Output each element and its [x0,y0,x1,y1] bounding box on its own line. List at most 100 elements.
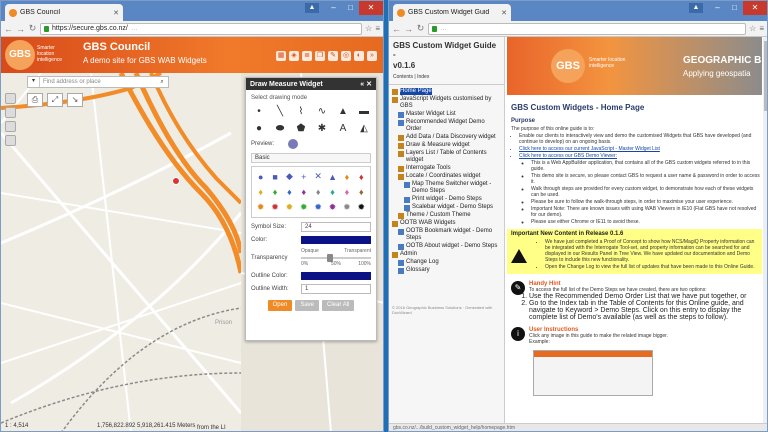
symbol-circle-icon[interactable]: ● [254,169,267,184]
draw-icon[interactable]: ✎ [328,51,338,61]
rectangle-tool-icon[interactable]: ▬ [356,104,372,118]
close-button[interactable]: ✕ [359,1,383,15]
measure-tool-icon[interactable]: ◭ [356,121,372,135]
symbol-pin-blue-icon[interactable]: ♦ [283,185,296,199]
toc-item[interactable]: Layers List / Table of Contents widget [392,150,501,164]
toc-item[interactable]: OOTB Bookmark widget - Demo Steps [392,228,501,242]
content-scrollbar[interactable] [763,37,767,423]
symbol-burst-gray-icon[interactable]: ✹ [340,200,353,215]
forward-icon[interactable]: → [404,24,413,34]
zoom-in-button[interactable] [5,93,16,104]
toc-item[interactable]: Draw & Measure widget [392,142,501,149]
toc-item[interactable]: JavaScript Widgets customised by GBS [392,96,501,110]
polygon-tool-icon[interactable]: ⬟ [293,121,309,135]
maximize-button[interactable]: □ [342,1,359,15]
grid-icon[interactable]: ▦ [276,51,286,61]
toc-item[interactable]: Map Theme Switcher widget - Demo Steps [392,181,501,195]
circle-tool-icon[interactable]: ● [251,121,267,135]
symbol-pin-gray-icon[interactable]: ♦ [312,185,325,199]
freehand-line-tool-icon[interactable]: ∿ [314,104,330,118]
profile-icon[interactable]: ▲ [305,3,319,13]
symbol-burst-orange-icon[interactable]: ✹ [254,200,267,215]
symbol-burst-yellow-icon[interactable]: ✹ [283,200,296,215]
reload-icon[interactable]: ↻ [28,23,37,34]
toc-item[interactable]: Change Log [392,259,501,266]
zoom-out-button[interactable] [5,107,16,118]
search-scope-dropdown[interactable]: ▾ [28,77,40,87]
toc-item[interactable]: Interrogate Tools [392,165,501,172]
scrollbar-thumb[interactable] [764,41,767,111]
toc-item[interactable]: Glossary [392,267,501,274]
clear-all-button[interactable]: Clear All [322,300,355,311]
list-item-link[interactable]: Click here to access our current JavaScr… [519,146,762,152]
tab-custom-widget-guide[interactable]: GBS Custom Widget Guid ✕ [393,4,511,21]
point-tool-icon[interactable]: • [251,104,267,118]
url-field[interactable]: … [428,22,747,35]
maximize-button[interactable]: □ [726,1,743,15]
tab-gbs-council[interactable]: GBS Council ✕ [5,4,123,21]
menu-icon[interactable]: ≡ [759,24,764,33]
profile-icon[interactable]: ▲ [689,3,703,13]
triangle-tool-icon[interactable]: ▲ [335,104,351,118]
forward-icon[interactable]: → [16,24,25,34]
color-picker[interactable] [301,236,371,244]
symbol-square-icon[interactable]: ■ [268,169,281,184]
symbol-burst-red-icon[interactable]: ✹ [268,200,281,215]
star-icon[interactable]: ☆ [749,24,756,33]
symbol-pin-orange-icon[interactable]: ♦ [340,169,353,184]
list-item-link[interactable]: Click here to access our GBS Demo Viewer… [519,153,762,159]
minimize-button[interactable]: – [709,1,726,15]
reload-icon[interactable]: ↻ [416,23,425,34]
my-location-button[interactable] [5,135,16,146]
star-icon[interactable]: ☆ [365,24,372,33]
toc-item[interactable]: Recommended Widget Demo Order [392,119,501,133]
outline-width-input[interactable]: 1 [301,284,371,294]
close-icon[interactable]: ✕ [366,81,372,88]
search-input[interactable]: Find address or place [40,79,156,85]
open-button[interactable]: Open [267,300,293,311]
symbol-pin-teal-icon[interactable]: ♦ [326,185,339,199]
identify-icon[interactable]: ⤢ [47,93,63,107]
ellipse-tool-icon[interactable]: ⬬ [272,121,288,135]
save-button[interactable]: Save [295,300,320,311]
list-icon[interactable]: ≣ [302,51,312,61]
symbol-pin-purple-icon[interactable]: ♦ [297,185,310,199]
toc-item[interactable]: Master Widget List [392,111,501,118]
layers-icon[interactable]: ◈ [289,51,299,61]
polyline-tool-icon[interactable]: ⌇ [293,104,309,118]
toc-item[interactable]: Add Data / Data Discovery widget [392,134,501,141]
toc-item[interactable]: Print widget - Demo Steps [392,196,501,203]
toc-item[interactable]: Home Page [392,88,501,95]
symbol-burst-black-icon[interactable]: ✹ [355,200,368,215]
symbol-pin-brown-icon[interactable]: ♦ [355,185,368,199]
more-icon[interactable]: » [367,51,377,61]
symbol-pin-yellow-icon[interactable]: ♦ [254,185,267,199]
back-icon[interactable]: ← [4,24,13,34]
symbol-diamond-icon[interactable]: ◆ [283,169,296,184]
toc-item[interactable]: OOTB About widget - Demo Steps [392,243,501,250]
toc-tabs[interactable]: Contents | Index [389,70,504,85]
symbol-size-input[interactable]: 24 [301,222,371,232]
toc-item[interactable]: Admin [392,251,501,258]
tab-close-icon[interactable]: ✕ [113,9,119,17]
symbol-cross-icon[interactable]: + [297,169,310,184]
symbol-burst-green-icon[interactable]: ✹ [297,200,310,215]
toc-item[interactable]: Theme / Custom Theme [392,212,501,219]
toc-item[interactable]: Scalebar widget - Demo Steps [392,204,501,211]
close-button[interactable]: ✕ [743,1,767,15]
symbol-burst-blue-icon[interactable]: ✹ [312,200,325,215]
theme-icon[interactable]: ◐ [354,51,364,61]
example-screenshot[interactable] [533,350,653,396]
freehand-polygon-tool-icon[interactable]: ✱ [314,121,330,135]
menu-icon[interactable]: ≡ [375,24,380,33]
symbol-pin-green-icon[interactable]: ♦ [268,185,281,199]
outline-color-picker[interactable] [301,272,371,280]
back-icon[interactable]: ← [392,24,401,34]
symbol-triangle-icon[interactable]: ▲ [326,169,339,184]
symbol-set-select[interactable]: Basic [251,153,371,163]
collapse-icon[interactable]: « [360,81,364,88]
toc-item[interactable]: OOTB WAB Widgets [392,220,501,227]
minimize-button[interactable]: – [325,1,342,15]
toc-item[interactable]: Locate / Coordinates widget [392,173,501,180]
transparency-slider[interactable]: Opaque Transparent 0% 50% 100% [301,248,371,268]
